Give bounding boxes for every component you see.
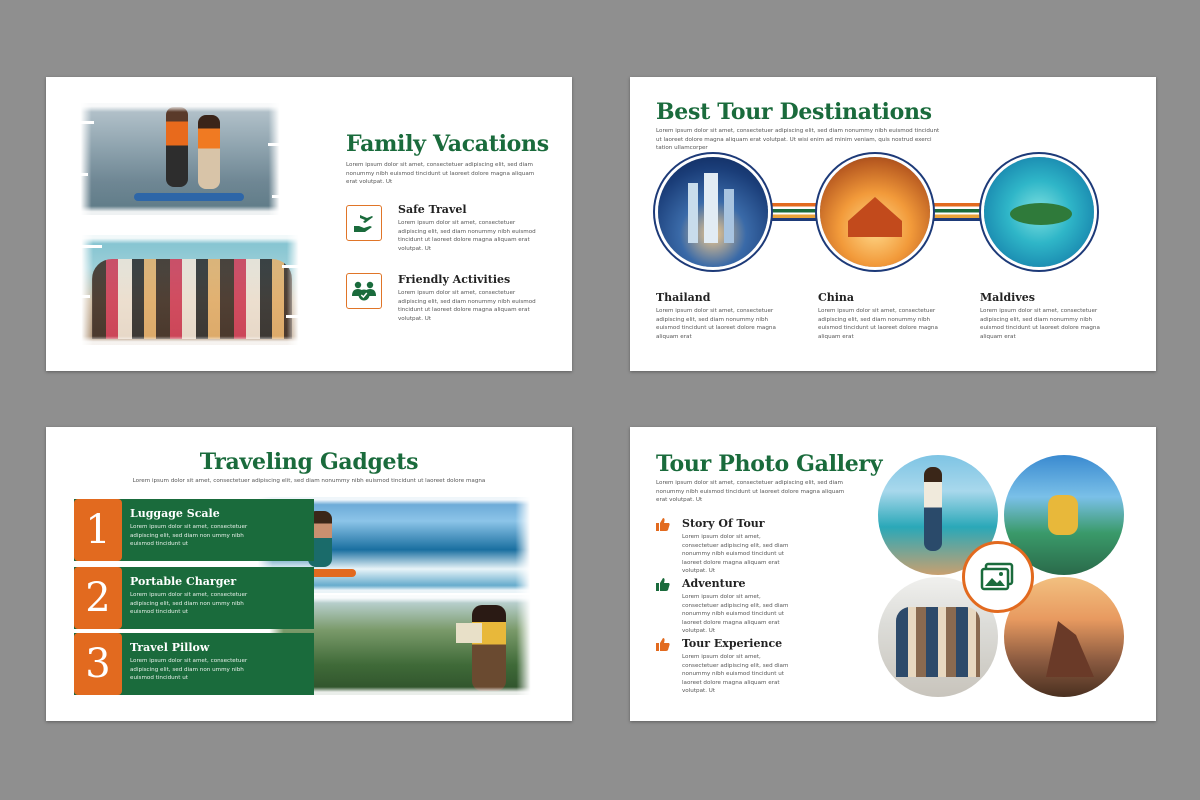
photo-thailand: [658, 157, 768, 267]
gadget-item-2: 2 Portable Charger Lorem ipsum dolor sit…: [74, 567, 314, 629]
slide-traveling-gadgets[interactable]: Traveling Gadgets Lorem ipsum dolor sit …: [46, 427, 572, 721]
gadget-item-3: 3 Travel Pillow Lorem ipsum dolor sit am…: [74, 633, 314, 695]
slide-title: Best Tour Destinations: [656, 99, 932, 125]
hand-airplane-icon: [354, 215, 373, 232]
destination-text-thailand: Lorem ipsum dolor sit amet, consectetuer…: [656, 308, 776, 340]
intro-text: Lorem ipsum dolor sit amet, consectetuer…: [656, 480, 845, 504]
item-text-adventure: Lorem ipsum dolor sit amet, consectetuer…: [682, 594, 789, 635]
slide-tour-photo-gallery[interactable]: Tour Photo Gallery Lorem ipsum dolor sit…: [630, 427, 1156, 721]
destination-name-china: China: [818, 291, 855, 304]
item-text-tour-experience: Lorem ipsum dolor sit amet, consectetuer…: [682, 654, 789, 695]
photo-paddleboard: [72, 103, 288, 215]
gadget-title: Luggage Scale: [130, 507, 220, 520]
slide-best-tour-destinations[interactable]: Best Tour Destinations Lorem ipsum dolor…: [630, 77, 1156, 371]
item-title-friendly-activities: Friendly Activities: [398, 273, 511, 286]
slide-title: Family Vacations: [346, 131, 549, 157]
safe-travel-icon-box: [346, 205, 382, 241]
photo-china: [820, 157, 930, 267]
gadget-text: Lorem ipsum dolor sit amet, consectetuer…: [130, 658, 248, 682]
intro-text: Lorem ipsum dolor sit amet, consectetuer…: [346, 162, 535, 186]
intro-text: Lorem ipsum dolor sit amet, consectetuer…: [656, 128, 940, 152]
thumbs-up-icon: [656, 518, 670, 531]
item-title-adventure: Adventure: [682, 577, 746, 590]
item-text-safe-travel: Lorem ipsum dolor sit amet, consectetuer…: [398, 220, 536, 252]
destination-name-thailand: Thailand: [656, 291, 711, 304]
slide-title: Traveling Gadgets: [199, 449, 419, 475]
slide-title: Tour Photo Gallery: [656, 451, 883, 477]
gadget-title: Portable Charger: [130, 575, 237, 588]
gadget-item-1: 1 Luggage Scale Lorem ipsum dolor sit am…: [74, 499, 314, 561]
gallery-center-badge: [962, 541, 1034, 613]
item-title-safe-travel: Safe Travel: [398, 203, 467, 216]
thumbs-up-icon: [656, 578, 670, 591]
gadget-number: 1: [74, 499, 122, 561]
destination-text-china: Lorem ipsum dolor sit amet, consectetuer…: [818, 308, 938, 340]
photo-maldives: [984, 157, 1094, 267]
gadget-text: Lorem ipsum dolor sit amet, consectetuer…: [130, 592, 248, 616]
item-text-story-of-tour: Lorem ipsum dolor sit amet, consectetuer…: [682, 534, 789, 575]
item-title-tour-experience: Tour Experience: [682, 637, 783, 650]
gadget-number: 2: [74, 567, 122, 629]
friendly-activities-icon-box: [346, 273, 382, 309]
image-gallery-icon: [980, 562, 1014, 591]
item-text-friendly-activities: Lorem ipsum dolor sit amet, consectetuer…: [398, 290, 536, 322]
destination-text-maldives: Lorem ipsum dolor sit amet, consectetuer…: [980, 308, 1100, 340]
gadget-title: Travel Pillow: [130, 641, 210, 654]
slide-family-vacations[interactable]: Family Vacations Lorem ipsum dolor sit a…: [46, 77, 572, 371]
photo-friends-group: [72, 235, 308, 345]
item-title-story-of-tour: Story Of Tour: [682, 517, 765, 530]
group-check-icon: [352, 281, 376, 301]
gadget-text: Lorem ipsum dolor sit amet, consectetuer…: [130, 524, 248, 548]
gadget-number: 3: [74, 633, 122, 695]
destination-name-maldives: Maldives: [980, 291, 1035, 304]
thumbs-up-icon: [656, 638, 670, 651]
intro-text: Lorem ipsum dolor sit amet, consectetuer…: [132, 478, 486, 484]
